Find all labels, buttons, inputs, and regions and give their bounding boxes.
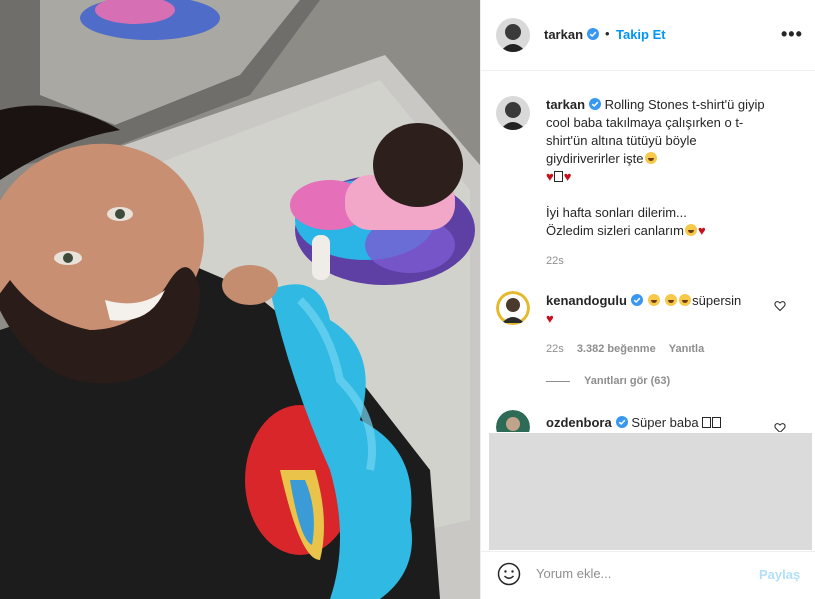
commenter-avatar[interactable] [496, 291, 530, 325]
laughing-emoji-icon [644, 152, 657, 164]
heart-emoji-icon: ♥ [697, 223, 706, 238]
follow-button[interactable]: Takip Et [616, 27, 666, 42]
laughing-emoji-icon [647, 294, 660, 306]
unsupported-emoji-icon [553, 171, 563, 182]
photo-illustration [0, 0, 480, 599]
caption-timestamp[interactable]: 22s [546, 255, 564, 267]
like-heart-icon[interactable] [774, 422, 786, 432]
post-sidebar: tarkan • Takip Et ••• tarkan Rolling Sto… [480, 0, 815, 599]
caption-username[interactable]: tarkan [546, 97, 585, 112]
post-photo [0, 0, 480, 599]
verified-badge-icon [615, 416, 628, 428]
heart-emoji-icon: ♥ [563, 169, 572, 184]
author-username-text[interactable]: tarkan [544, 27, 583, 42]
view-replies-button[interactable]: Yanıtları gör (63) [546, 375, 670, 387]
heart-emoji-icon: ♥ [546, 311, 554, 326]
comment-timestamp[interactable]: 22s [546, 343, 564, 355]
comment-username[interactable]: ozdenbora [546, 415, 612, 430]
replies-divider [546, 380, 570, 382]
post-button[interactable]: Paylaş [759, 567, 800, 582]
comment-composer: Paylaş [481, 551, 815, 599]
caption-line-7: Özledim sizleri canlarım [546, 223, 684, 238]
unsupported-emoji-icon [712, 417, 722, 428]
comment-likes[interactable]: 3.382 beğenme [577, 343, 656, 355]
caption-text: tarkan Rolling Stones t-shirt'ü giyip co… [546, 96, 768, 240]
comment-text: süpersin [692, 293, 742, 308]
reply-button[interactable]: Yanıtla [669, 343, 704, 355]
comment-text: Süper baba [631, 415, 699, 430]
like-heart-icon[interactable] [774, 300, 786, 312]
caption-avatar[interactable] [496, 96, 530, 130]
author-avatar[interactable] [496, 18, 530, 52]
caption-hearts: ♥ ♥ [546, 168, 768, 186]
caption-line-4: giydiriverirler işte [546, 151, 644, 166]
view-replies-label[interactable]: Yanıtları gör (63) [584, 375, 670, 387]
comment-item: ozdenbora Süper baba [546, 414, 778, 432]
verified-badge-icon [630, 294, 643, 306]
caption-line-2: cool baba takılmaya çalışırken o t- [546, 115, 744, 130]
comment-input[interactable] [536, 566, 736, 581]
emoji-smile-icon[interactable] [497, 562, 521, 586]
caption-line-3: shirt'ün altına tütüyü böyle [546, 133, 697, 148]
action-bar-placeholder [489, 433, 812, 550]
comment-username[interactable]: kenandogulu [546, 293, 627, 308]
laughing-emoji-icon [665, 294, 678, 306]
caption-line-6: İyi hafta sonları dilerim... [546, 205, 687, 220]
caption-line-1: Rolling Stones t-shirt'ü giyip [604, 97, 765, 112]
more-options-icon[interactable]: ••• [781, 25, 803, 43]
comment-meta: 22s 3.382 beğenme Yanıtla [546, 343, 714, 355]
verified-badge-icon [587, 28, 600, 40]
laughing-emoji-icon [679, 294, 692, 306]
comment-item: kenandogulu süpersin ♥ [546, 292, 778, 328]
comments-list[interactable]: tarkan Rolling Stones t-shirt'ü giyip co… [481, 72, 815, 432]
author-username[interactable]: tarkan [544, 27, 600, 42]
heart-emoji-icon: ♥ [546, 169, 554, 184]
kiss-emoji-icon [684, 224, 697, 236]
verified-badge-icon [589, 98, 602, 110]
commenter-avatar[interactable] [496, 410, 530, 432]
header-separator: • [605, 26, 610, 41]
post-header: tarkan • Takip Et ••• [481, 0, 815, 71]
unsupported-emoji-icon [702, 417, 712, 428]
